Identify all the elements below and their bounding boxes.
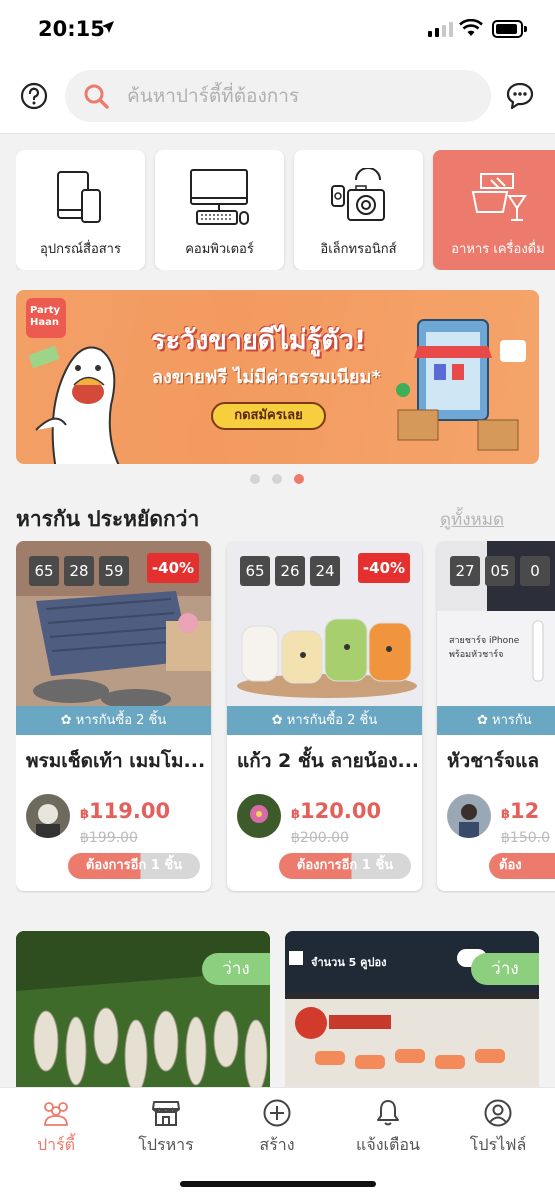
discount-badge: -40%	[358, 553, 410, 583]
deal-card[interactable]: สายชาร์จ iPhone พร้อมหัวชาร์จ 27 05 0 ✿ …	[437, 541, 555, 891]
svg-text:พร้อมหัวชาร์จ: พร้อมหัวชาร์จ	[449, 648, 503, 660]
signup-button[interactable]: กดสมัครเลย	[211, 402, 326, 430]
search-bar[interactable]	[65, 70, 491, 122]
avatar[interactable]	[447, 794, 491, 838]
search-icon	[84, 84, 109, 109]
category-electronics[interactable]: อิเล็กทรอนิกส์	[294, 150, 423, 270]
tab-label: ปาร์ตี้	[36, 1135, 76, 1154]
food-drink-icon	[471, 173, 527, 221]
electronics-icon	[331, 168, 385, 221]
section-title: หารกัน ประหยัดกว่า	[16, 507, 200, 531]
price: ฿120.00	[291, 799, 382, 823]
countdown-timer: 27 05 0	[450, 556, 550, 586]
carousel-dot[interactable]	[250, 474, 260, 484]
price: ฿12	[501, 799, 540, 823]
svg-text:สายชาร์จ iPhone: สายชาร์จ iPhone	[449, 634, 520, 646]
discount-badge: -40%	[147, 553, 199, 583]
category-food-drink[interactable]: อาหาร เครื่องดื่ม	[433, 150, 555, 270]
carousel-dot-active[interactable]	[294, 474, 304, 484]
category-label: คอมพิวเตอร์	[185, 242, 254, 257]
available-badge: ว่าง	[471, 953, 539, 985]
category-label: อาหาร เครื่องดื่ม	[451, 242, 545, 257]
category-list: อุปกรณ์สื่อสาร คอมพิวเตอร์ อิเล็กทรอนิกส…	[16, 150, 555, 270]
location-arrow-icon	[102, 21, 114, 33]
bell-icon	[377, 1100, 399, 1126]
top-bar	[0, 56, 555, 134]
user-icon	[484, 1099, 512, 1127]
original-price: ฿200.00	[291, 830, 349, 846]
original-price: ฿199.00	[80, 830, 138, 846]
search-input[interactable]	[127, 70, 477, 122]
brand-logo: Party Haan	[26, 298, 66, 338]
need-more-badge: ต้องการอีก 1 ชิ้น	[279, 853, 411, 879]
countdown-timer: 65 28 59	[29, 556, 129, 586]
status-time: 20:15	[38, 17, 105, 41]
category-computer[interactable]: คอมพิวเตอร์	[155, 150, 284, 270]
see-all-link[interactable]: ดูทั้งหมด	[440, 506, 504, 533]
party-card[interactable]: ว่าง	[16, 931, 270, 1101]
avatar[interactable]	[237, 794, 281, 838]
group-buy-tag: ✿ หารกันซื้อ 2 ชิ้น	[227, 706, 422, 735]
original-price: ฿150.0	[501, 830, 550, 846]
available-badge: ว่าง	[202, 953, 270, 985]
banner-subline: ลงขายฟรี ไม่มีค่าธรรมเนียม*	[152, 367, 381, 388]
product-name: แก้ว 2 ชั้น ลายน้อง...	[237, 750, 417, 772]
category-label: อิเล็กทรอนิกส์	[320, 242, 397, 257]
need-more-badge: ต้องการอีก 1 ชิ้น	[68, 853, 200, 879]
tab-label: สร้าง	[259, 1135, 295, 1154]
group-buy-tag: ✿ หารกัน	[437, 706, 555, 735]
need-more-badge: ต้อง	[489, 853, 555, 879]
product-name: หัวชาร์จแล	[447, 750, 539, 772]
wifi-icon	[459, 19, 483, 36]
group-buy-tag: ✿ หารกันซื้อ 2 ชิ้น	[16, 706, 211, 735]
carousel-dots[interactable]	[250, 474, 304, 484]
category-label: อุปกรณ์สื่อสาร	[40, 242, 121, 257]
tab-label: โปรไฟล์	[469, 1135, 527, 1154]
party-card[interactable]: จำนวน 5 คูปอง ว่าง	[285, 931, 539, 1101]
coupon-count: จำนวน 5 คูปอง	[311, 956, 387, 969]
carousel-dot[interactable]	[272, 474, 282, 484]
party-people-icon	[44, 1102, 68, 1126]
computer-icon	[190, 169, 249, 225]
tab-create[interactable]: สร้าง	[227, 1098, 327, 1158]
shop-illustration-icon	[396, 319, 526, 451]
tab-notifications[interactable]: แจ้งเตือน	[338, 1098, 438, 1158]
goose-mascot-icon	[28, 345, 120, 464]
status-bar: 20:15	[0, 0, 555, 56]
help-icon[interactable]	[20, 82, 48, 110]
tab-label: แจ้งเตือน	[356, 1135, 420, 1154]
battery-icon	[492, 20, 527, 38]
tab-label: โปรหาร	[138, 1135, 194, 1154]
avatar[interactable]	[26, 794, 70, 838]
plus-circle-icon	[263, 1099, 291, 1127]
deal-card[interactable]: 65 28 59 -40% ✿ หารกันซื้อ 2 ชิ้น พรมเช็…	[16, 541, 211, 891]
cell-signal-icon	[428, 22, 453, 37]
price: ฿119.00	[80, 799, 171, 823]
deal-card[interactable]: 65 26 24 -40% ✿ หารกันซื้อ 2 ชิ้น แก้ว 2…	[227, 541, 422, 891]
home-indicator[interactable]	[180, 1181, 376, 1187]
tab-promo[interactable]: โปรหาร	[116, 1098, 216, 1158]
phone-tablet-icon	[57, 171, 101, 223]
promo-banner[interactable]: Party Haan ระวังขายดีไม่รู้ตัว! ลงขายฟรี…	[16, 290, 539, 464]
countdown-timer: 65 26 24	[240, 556, 340, 586]
store-icon	[152, 1101, 180, 1126]
tab-party[interactable]: ปาร์ตี้	[6, 1098, 106, 1158]
category-communication[interactable]: อุปกรณ์สื่อสาร	[16, 150, 145, 270]
chat-icon[interactable]	[505, 81, 535, 111]
tab-profile[interactable]: โปรไฟล์	[448, 1098, 548, 1158]
deal-list: 65 28 59 -40% ✿ หารกันซื้อ 2 ชิ้น พรมเช็…	[16, 541, 555, 893]
product-name: พรมเช็ดเท้า เมมโม...	[26, 750, 206, 772]
banner-headline: ระวังขายดีไม่รู้ตัว!	[151, 325, 367, 356]
